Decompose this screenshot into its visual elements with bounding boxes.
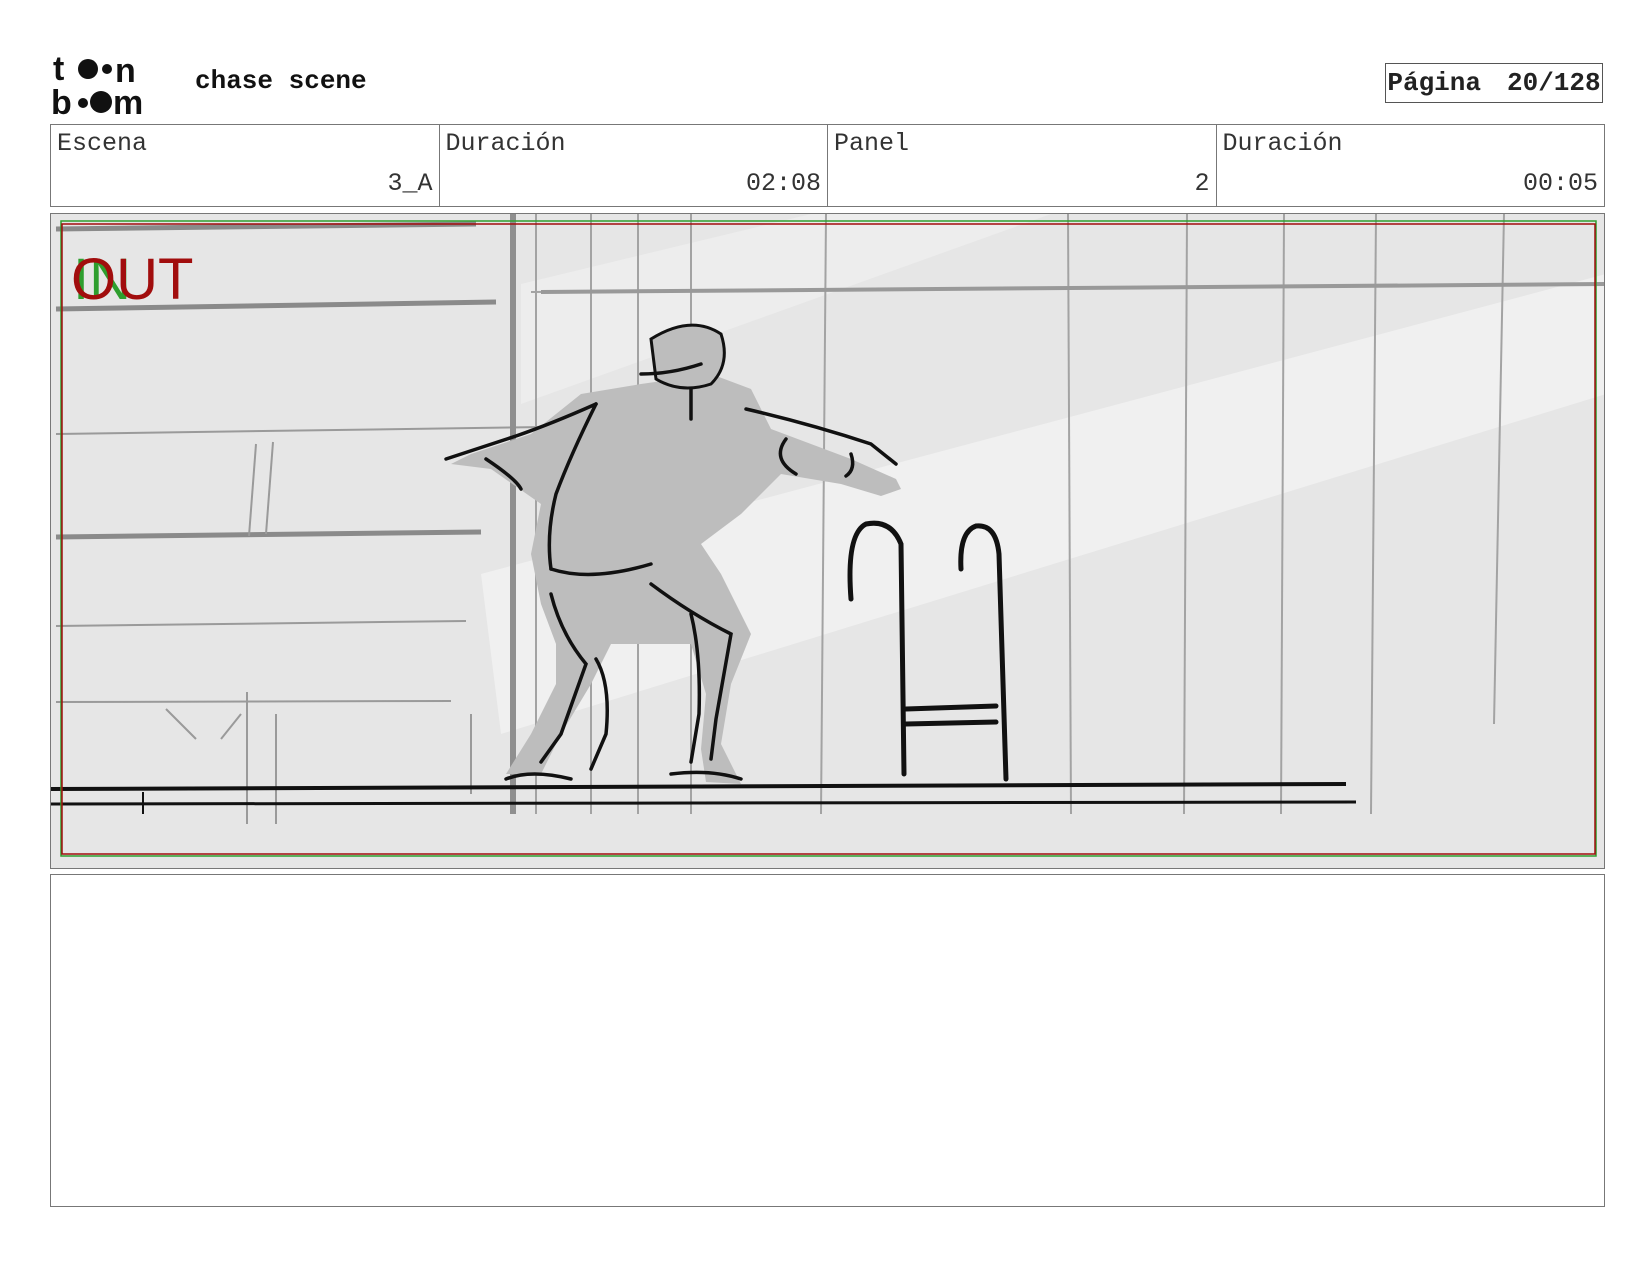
panel-duration-label: Duración (1222, 129, 1343, 158)
light-beam-upper (521, 214, 1051, 404)
panel-cell: Panel 2 (828, 125, 1217, 206)
scene-info-table: Escena 3_A Duración 02:08 Panel 2 Duraci… (50, 124, 1605, 207)
panel-notes-area[interactable] (50, 874, 1605, 1207)
project-title: chase scene (195, 66, 367, 96)
scene-duration-cell: Duración 02:08 (440, 125, 828, 206)
toon-boom-logo: t n b m (51, 50, 173, 122)
svg-text:m: m (113, 84, 143, 116)
page-label: Página (1387, 68, 1481, 98)
panel-drawing: IN OUT (51, 214, 1604, 857)
page-value: 20/128 (1507, 68, 1601, 98)
panel-duration-cell: Duración 00:05 (1217, 125, 1605, 206)
page-indicator: Página 20/128 (1385, 63, 1603, 103)
panel-duration-value: 00:05 (1522, 169, 1598, 198)
panel-label: Panel (834, 129, 910, 158)
storyboard-panel[interactable]: IN OUT (50, 213, 1605, 869)
scene-duration-value: 02:08 (745, 169, 821, 198)
scene-label: Escena (57, 129, 148, 158)
svg-text:t: t (53, 52, 64, 88)
scene-value: 3_A (387, 169, 433, 198)
scene-cell: Escena 3_A (51, 125, 440, 206)
out-marker: OUT (71, 247, 193, 312)
svg-text:b: b (53, 84, 72, 116)
panel-value: 2 (1194, 169, 1210, 198)
scene-duration-label: Duración (445, 129, 566, 158)
